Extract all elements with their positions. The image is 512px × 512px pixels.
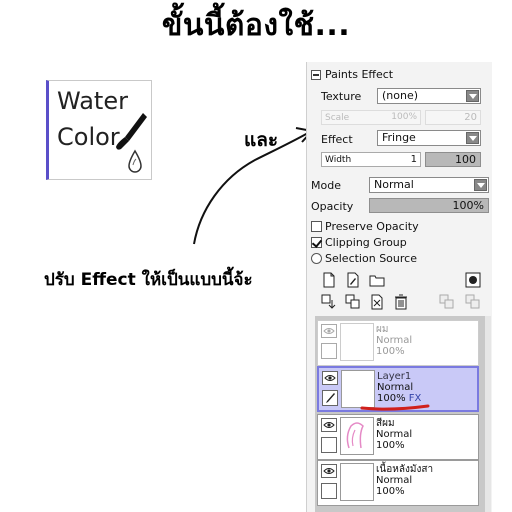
layer-thumbnail [340, 417, 374, 455]
layer-row[interactable]: สีผม Normal 100% [317, 414, 479, 460]
layer-thumbnail [340, 323, 374, 361]
selection-source-option[interactable]: Selection Source [311, 252, 417, 265]
texture-label: Texture [321, 90, 362, 103]
layer-lock-box[interactable] [321, 483, 337, 499]
width-max-slider[interactable]: 100 [425, 152, 481, 167]
layer-mode: Normal [376, 335, 413, 346]
opacity-slider[interactable]: 100% [369, 198, 489, 213]
mode-value: Normal [374, 178, 414, 191]
layer-lock-box[interactable] [321, 437, 337, 453]
new-layer-icon[interactable] [321, 272, 337, 288]
scale-label: Scale [325, 113, 350, 123]
merge-down-icon[interactable] [345, 294, 361, 310]
layer-lock-box[interactable] [321, 343, 337, 359]
transfer-down-icon[interactable] [321, 294, 337, 310]
collapse-icon[interactable] [311, 69, 321, 80]
section-title: Paints Effect [325, 68, 394, 81]
eye-icon[interactable] [321, 464, 337, 478]
preserve-opacity-checkbox[interactable] [311, 221, 322, 232]
layer-name: สีผม [376, 418, 395, 429]
clear-layer-icon[interactable] [369, 294, 385, 310]
width-label: Width [325, 155, 352, 165]
mode-label: Mode [311, 179, 341, 192]
layer-name: ผม [376, 324, 389, 335]
layer-mask-icon[interactable] [465, 272, 481, 288]
paints-effect-header[interactable]: Paints Effect [311, 68, 393, 81]
new-linework-layer-icon[interactable] [345, 272, 361, 288]
trash-icon[interactable] [393, 294, 409, 310]
chevron-down-icon [466, 132, 479, 144]
scale-field[interactable]: Scale 100% [321, 110, 421, 125]
width-field[interactable]: Width 1 [321, 152, 421, 167]
layer-move-up-icon[interactable] [439, 294, 455, 310]
preserve-opacity-label: Preserve Opacity [325, 220, 419, 233]
clipping-group-checkbox[interactable] [311, 237, 322, 248]
layer-name: เนื้อหลังมังสา [376, 464, 434, 475]
scale-value-field[interactable]: 20 [425, 110, 481, 125]
layer-thumbnail [340, 463, 374, 501]
effect-value: Fringe [382, 131, 416, 144]
layer-list: ผม Normal 100% Layer1 Normal 100% FX สีผ… [315, 316, 491, 512]
layer-move-down-icon[interactable] [465, 294, 481, 310]
chevron-down-icon [466, 90, 479, 102]
mode-select[interactable]: Normal [369, 177, 489, 193]
eye-icon[interactable] [322, 371, 338, 385]
paint-settings-panel: Paints Effect Texture (none) Scale 100% … [306, 62, 492, 512]
layer-list-scrollbar[interactable] [485, 316, 491, 512]
effect-label: Effect [321, 133, 353, 146]
layer-opacity: 100% [376, 486, 405, 497]
chevron-down-icon [474, 179, 487, 191]
opacity-label: Opacity [311, 200, 354, 213]
clipping-group-option[interactable]: Clipping Group [311, 236, 407, 249]
fx-underline-mark [360, 404, 430, 411]
texture-select[interactable]: (none) [377, 88, 481, 104]
brush-icon[interactable] [322, 390, 338, 406]
selection-source-radio[interactable] [311, 253, 322, 264]
eye-icon[interactable] [321, 324, 337, 338]
width-value: 1 [410, 154, 417, 165]
selection-source-label: Selection Source [325, 252, 417, 265]
scale-percent: 100% [391, 112, 417, 122]
layer-opacity: 100% [376, 346, 405, 357]
layer-opacity: 100% [376, 440, 405, 451]
new-folder-icon[interactable] [369, 272, 385, 288]
layer-row[interactable]: ผม Normal 100% [317, 320, 479, 366]
layer-mode: Normal [376, 475, 413, 486]
layer-row[interactable]: เนื้อหลังมังสา Normal 100% [317, 460, 479, 506]
clipping-group-label: Clipping Group [325, 236, 407, 249]
preserve-opacity-option[interactable]: Preserve Opacity [311, 220, 419, 233]
effect-select[interactable]: Fringe [377, 130, 481, 146]
eye-icon[interactable] [321, 418, 337, 432]
texture-value: (none) [382, 89, 419, 102]
layer-mode: Normal [376, 429, 413, 440]
layer-mode: Normal [377, 382, 414, 393]
layer-name: Layer1 [377, 371, 412, 382]
